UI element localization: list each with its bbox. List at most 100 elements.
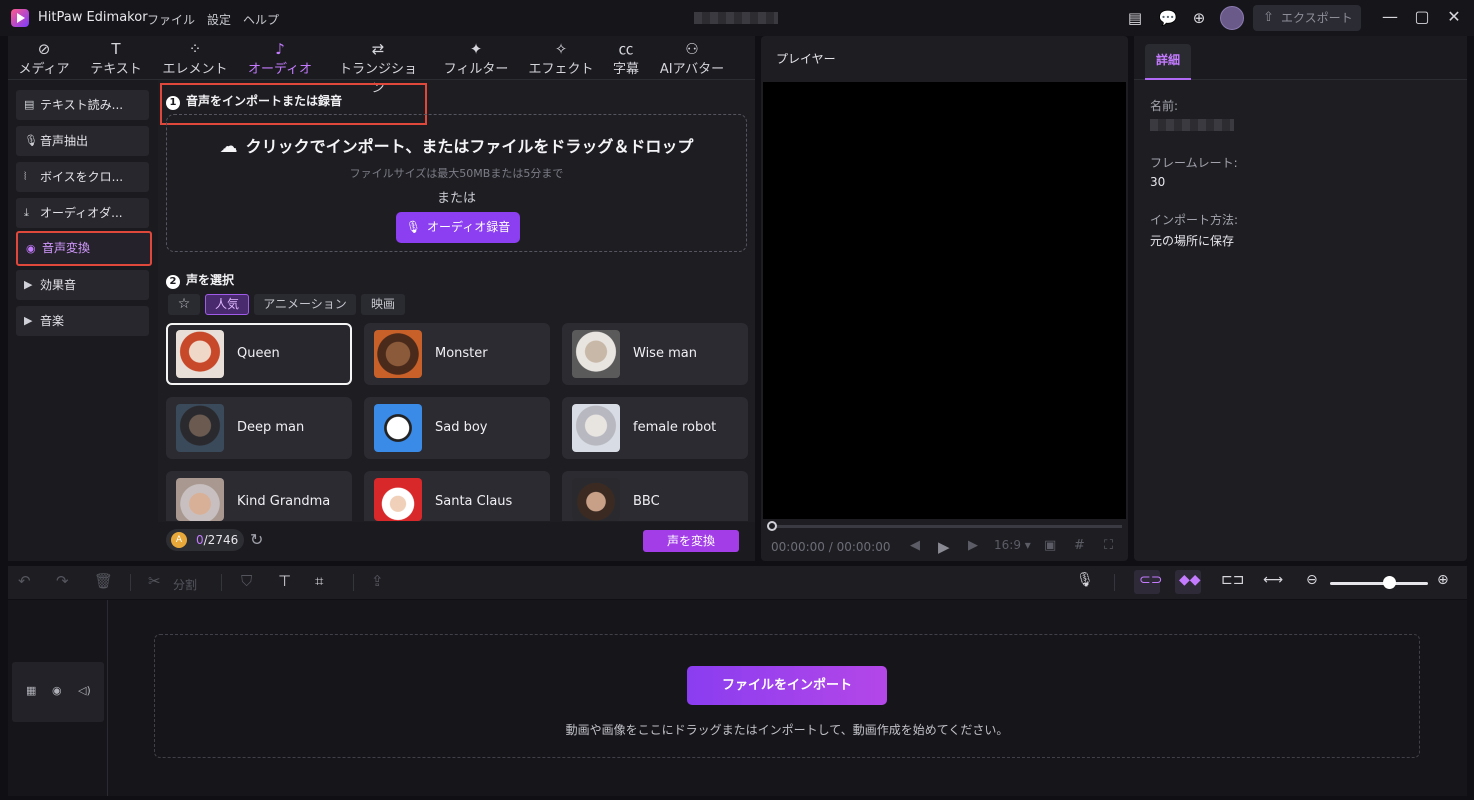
scissors-icon[interactable]: ✂ <box>148 572 161 590</box>
category-tts[interactable]: ▤ テキスト読み... <box>16 90 149 120</box>
menu-file[interactable]: ファイル <box>147 11 195 28</box>
aspect-ratio-select[interactable]: 16:9 ▾ <box>994 538 1031 552</box>
filter-popular[interactable]: 人気 <box>205 294 249 315</box>
upload-icon: ⇧ <box>1263 10 1274 25</box>
zoom-in-icon[interactable]: ⊕ <box>1437 572 1449 588</box>
zoom-handle[interactable] <box>1382 576 1396 589</box>
category-voice-changer[interactable]: ◉ 音声変換 <box>16 231 152 266</box>
tab-audio[interactable]: ♪ オーディオ <box>246 38 314 78</box>
shield-icon[interactable]: ⛉ <box>241 572 252 590</box>
import-title: ☁ クリックでインポート、またはファイルをドラッグ＆ドロップ <box>219 136 694 157</box>
import-dropzone[interactable]: ☁ クリックでインポート、またはファイルをドラッグ＆ドロップ ファイルサイズは最大… <box>166 114 747 252</box>
menu-settings[interactable]: 設定 <box>207 11 231 28</box>
name-value-redacted <box>1150 119 1234 131</box>
tab-text[interactable]: T テキスト <box>89 38 143 78</box>
maximize-icon[interactable]: ▢ <box>1411 7 1433 26</box>
split-track-icon[interactable]: ⊏⊐ <box>1221 572 1244 588</box>
cut-silence-icon[interactable]: ⌗ <box>315 572 323 590</box>
filter-movie[interactable]: 映画 <box>361 294 405 315</box>
tab-effects[interactable]: ✧ エフェクト <box>528 38 594 78</box>
timeline-hint: 動画や画像をここにドラッグまたはインポートして、動画作成を始めてください。 <box>565 723 1009 737</box>
delete-icon[interactable]: 🗑 <box>94 572 113 590</box>
elements-icon: ⁘ <box>188 40 202 58</box>
download-icon: ⤓ <box>24 206 29 219</box>
framerate-value: 30 <box>1150 175 1166 189</box>
feedback-icon[interactable]: 💬 <box>1158 8 1178 28</box>
expand-icon: ▶ <box>24 314 33 327</box>
divider <box>221 574 222 591</box>
undo-icon[interactable]: ↶ <box>18 572 31 590</box>
avatar[interactable] <box>1220 6 1244 30</box>
category-sound-effects[interactable]: ▶ 効果音 <box>16 270 149 300</box>
layout-icon[interactable]: ▤ <box>1125 8 1145 28</box>
player-title: プレイヤー <box>776 52 836 66</box>
play-icon[interactable]: ▶ <box>938 538 950 556</box>
export-clip-icon[interactable]: ⇪ <box>371 572 384 590</box>
fullscreen-icon[interactable]: ⛶ <box>1104 538 1113 553</box>
track-film-icon[interactable]: ▦ <box>26 684 36 697</box>
voice-thumbnail <box>176 478 224 521</box>
details-panel <box>1134 36 1467 561</box>
crop-icon[interactable]: # <box>1074 538 1085 553</box>
snapshot-icon[interactable]: ▣ <box>1044 538 1056 553</box>
split-label: 分割 <box>173 578 198 592</box>
voice-card-wise-man[interactable]: Wise man <box>562 323 748 385</box>
microphone-icon[interactable]: 🎙 <box>1076 572 1094 588</box>
filter-animation[interactable]: アニメーション <box>254 294 356 315</box>
voice-card-female-robot[interactable]: female robot <box>562 397 748 459</box>
transition-icon: ⇄ <box>371 40 385 58</box>
voice-thumbnail <box>572 404 620 452</box>
category-extract-audio[interactable]: 🎙 音声抽出 <box>16 126 149 156</box>
menu-help[interactable]: ヘルプ <box>243 11 279 28</box>
download-icon[interactable]: ⊕ <box>1189 8 1209 28</box>
timeline-import-button[interactable]: ファイルをインポート <box>687 666 887 705</box>
voice-card-deep-man[interactable]: Deep man <box>166 397 352 459</box>
cloud-upload-icon: ☁ <box>219 136 238 157</box>
seek-bar[interactable] <box>770 525 1122 528</box>
person-icon: ⚇ <box>685 40 699 58</box>
voice-card-bbc[interactable]: BBC <box>562 471 748 521</box>
visibility-icon[interactable]: ◉ <box>52 684 62 697</box>
close-icon[interactable]: ✕ <box>1443 7 1465 26</box>
refresh-icon[interactable]: ↻ <box>250 530 263 549</box>
zoom-slider[interactable] <box>1330 582 1428 585</box>
app-name: HitPaw Edimakor <box>38 10 148 25</box>
text-box-icon[interactable]: ⊤ <box>278 572 291 590</box>
or-text: または <box>436 191 476 206</box>
favorites-star-icon[interactable]: ☆ <box>168 294 200 315</box>
next-frame-icon[interactable]: ▶ <box>968 538 978 553</box>
prev-frame-icon[interactable]: ◀ <box>910 538 920 553</box>
tab-filters[interactable]: ✦ フィルター <box>443 38 509 78</box>
voice-card-queen[interactable]: Queen <box>166 323 352 385</box>
time-display: 00:00:00 / 00:00:00 <box>771 540 891 554</box>
effect-icon: ✧ <box>554 40 568 58</box>
tab-transitions[interactable]: ⇄ トランジション <box>333 38 423 96</box>
voice-thumbnail <box>374 404 422 452</box>
voice-card-kind-grandma[interactable]: Kind Grandma <box>166 471 352 521</box>
category-audio-download[interactable]: ⤓ オーディオダ... <box>16 198 149 228</box>
category-voice-clone[interactable]: ⦚ ボイスをクロ... <box>16 162 149 192</box>
voice-card-sad-boy[interactable]: Sad boy <box>364 397 550 459</box>
voice-thumbnail <box>374 330 422 378</box>
divider <box>1114 574 1115 591</box>
redo-icon[interactable]: ↷ <box>56 572 69 590</box>
zoom-out-icon[interactable]: ⊖ <box>1306 572 1318 588</box>
record-audio-button[interactable]: 🎙 オーディオ録音 <box>396 212 520 243</box>
tab-media[interactable]: ⊘ メディア <box>17 38 71 78</box>
convert-voice-button[interactable]: 声を変換 <box>643 530 739 552</box>
volume-icon[interactable]: ◁) <box>78 684 91 697</box>
tts-icon: ▤ <box>24 98 35 111</box>
tab-subtitles[interactable]: ㏄字幕 <box>609 38 643 78</box>
import-method-label: インポート方法: <box>1150 213 1239 227</box>
fit-icon[interactable]: ⟷ <box>1263 572 1283 588</box>
minimize-icon[interactable]: — <box>1379 7 1401 26</box>
tab-elements[interactable]: ⁘ エレメント <box>161 38 229 78</box>
seek-handle[interactable] <box>767 521 777 531</box>
voice-card-monster[interactable]: Monster <box>364 323 550 385</box>
app-logo-icon <box>11 9 29 27</box>
tab-details[interactable]: 詳細 <box>1145 44 1191 80</box>
tab-ai-avatar[interactable]: ⚇ AIアバター <box>656 38 728 78</box>
category-music[interactable]: ▶ 音楽 <box>16 306 149 336</box>
voice-card-santa-claus[interactable]: Santa Claus <box>364 471 550 521</box>
export-button[interactable]: ⇧ エクスポート <box>1253 5 1361 31</box>
